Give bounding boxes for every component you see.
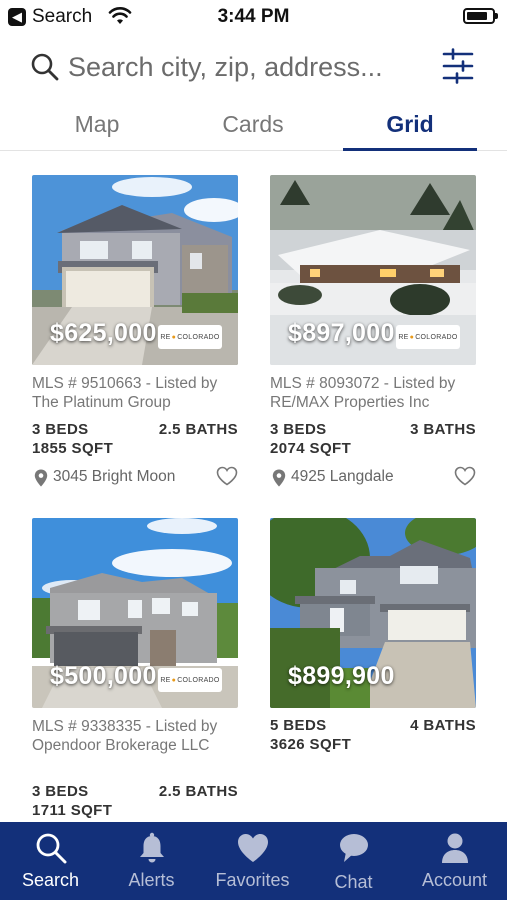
listing-beds: 3 BEDS [270, 421, 327, 438]
status-time: 3:44 PM [217, 6, 290, 27]
location-pin-icon [34, 469, 48, 487]
listing-price: $500,000 [50, 662, 157, 690]
search-icon [31, 53, 59, 81]
bell-icon [139, 832, 164, 863]
listing-address-row: 4925 Langdale [270, 466, 476, 489]
view-tabs: Map Cards Grid [0, 100, 507, 151]
listing-sqft: 1855 SQFT [32, 440, 114, 457]
listing-address: 3045 Bright Moon [53, 468, 176, 485]
listing-price: $899,900 [288, 662, 395, 690]
listing-price: $897,000 [288, 319, 395, 347]
nav-chat[interactable]: Chat [303, 822, 404, 900]
filter-sliders-icon[interactable] [442, 48, 474, 84]
listing-mls: MLS # 8093072 - Listed by RE/MAX Propert… [270, 375, 456, 411]
listing-price: $625,000 [50, 319, 157, 347]
status-bar: ◀ Search 3:44 PM [0, 0, 507, 36]
nav-favorites[interactable]: Favorites [202, 822, 303, 900]
listing-baths: 3 BATHS [410, 421, 476, 438]
listing-beds: 3 BEDS [32, 421, 89, 438]
listing-photo[interactable]: $625,000 RE ● COLORADO [32, 175, 238, 365]
heart-outline-icon[interactable] [454, 466, 476, 486]
search-input[interactable] [68, 46, 428, 88]
listing-beds: 5 BEDS [270, 717, 327, 734]
re-colorado-logo: RE ● COLORADO [396, 325, 460, 349]
listing-beds: 3 BEDS [32, 783, 89, 800]
listing-address: 4925 Langdale [291, 468, 394, 485]
tab-cards[interactable]: Cards [186, 100, 320, 150]
tab-grid[interactable]: Grid [343, 100, 477, 151]
nav-search-label: Search [21, 870, 80, 890]
listing-baths: 4 BATHS [410, 717, 476, 734]
listing-sqft: 3626 SQFT [270, 736, 352, 753]
person-icon [441, 833, 468, 863]
listing-sqft: 2074 SQFT [270, 440, 352, 457]
heart-outline-icon[interactable] [216, 466, 238, 486]
listing-photo[interactable]: $899,900 [270, 518, 476, 708]
nav-alerts-label: Alerts [128, 870, 175, 890]
listing-sqft: 1711 SQFT [32, 802, 113, 819]
search-bar [0, 40, 507, 96]
listing-baths: 2.5 BATHS [158, 421, 238, 438]
nav-account[interactable]: Account [404, 822, 505, 900]
bottom-tab-bar: Search Alerts Favorites Chat Account [0, 822, 507, 900]
battery-icon [463, 8, 498, 24]
listing-mls: MLS # 9338335 - Listed by Opendoor Broke… [32, 718, 218, 754]
listing-address-row: 3045 Bright Moon [32, 466, 238, 489]
listing-photo[interactable]: $500,000 RE ● COLORADO [32, 518, 238, 708]
listing-baths: 2.5 BATHS [158, 783, 238, 800]
nav-search[interactable]: Search [0, 822, 101, 900]
listing-photo[interactable]: $897,000 RE ● COLORADO [270, 175, 476, 365]
location-pin-icon [272, 469, 286, 487]
nav-alerts[interactable]: Alerts [101, 822, 202, 900]
chat-bubble-icon [339, 834, 368, 862]
heart-icon [237, 834, 268, 862]
battery-level [467, 12, 487, 20]
nav-favorites-label: Favorites [215, 870, 290, 890]
search-icon [36, 833, 66, 864]
nav-chat-label: Chat [334, 872, 373, 892]
nav-account-label: Account [421, 870, 488, 890]
tab-map[interactable]: Map [30, 100, 164, 150]
re-colorado-logo: RE ● COLORADO [158, 668, 222, 692]
listing-mls: MLS # 9510663 - Listed by The Platinum G… [32, 375, 218, 411]
re-colorado-logo: RE ● COLORADO [158, 325, 222, 349]
